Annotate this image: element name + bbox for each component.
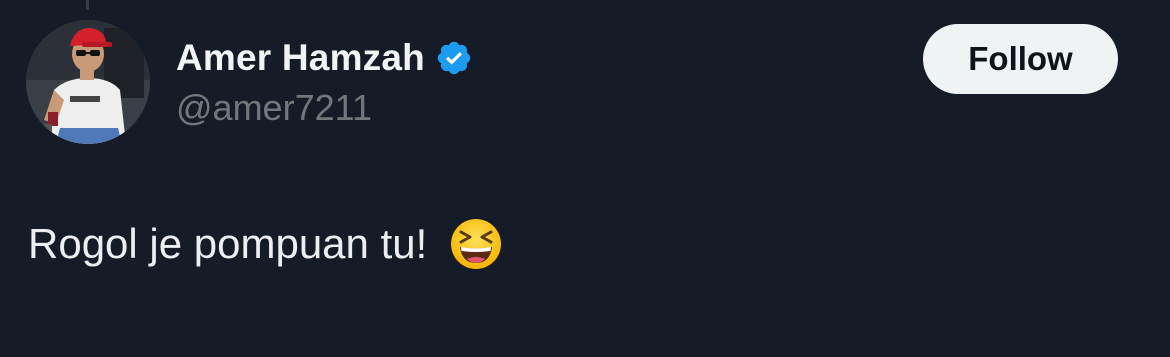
thread-connector-line (86, 0, 89, 10)
laughing-squinting-face-emoji-icon (451, 219, 502, 269)
tweet-text: Rogol je pompuan tu! (28, 220, 428, 267)
author-display-name[interactable]: Amer Hamzah (176, 36, 425, 80)
tweet-body: Rogol je pompuan tu! (28, 216, 503, 272)
author-name-row: Amer Hamzah (176, 36, 473, 80)
author-handle[interactable]: @amer7211 (176, 86, 372, 130)
verified-badge-icon (437, 41, 471, 75)
follow-button[interactable]: Follow (923, 24, 1118, 94)
avatar[interactable] (26, 20, 150, 144)
avatar-image (26, 20, 150, 144)
